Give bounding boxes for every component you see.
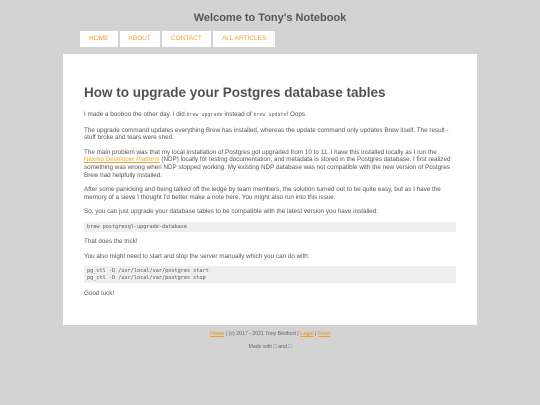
footer: Home | (c) 2017 - 2021 Tony Bedford | Le… [0, 331, 540, 337]
nav-home[interactable]: HOME [80, 31, 118, 47]
article-title: How to upgrade your Postgres database ta… [84, 85, 386, 100]
paragraph-3: The main problem was that my local insta… [84, 149, 456, 179]
footer-copyright: | (c) 2017 - 2021 Tony Bedford | [224, 331, 301, 337]
paragraph-text: The main problem was that my local insta… [84, 148, 437, 156]
paragraph-text: I made a booboo the other day. I did [84, 111, 187, 118]
nexmo-link[interactable]: Nexmo Developer Platform [84, 156, 160, 163]
site-title: Welcome to Tony's Notebook [193, 12, 347, 24]
inline-code: brew upgrade [186, 112, 223, 118]
article-card: How to upgrade your Postgres database ta… [63, 54, 477, 325]
nav-about[interactable]: ABOUT [119, 31, 160, 47]
footer-home-link[interactable]: Home [210, 331, 224, 337]
paragraph-5: So, you can just upgrade your database t… [84, 208, 379, 216]
paragraph-text: instead of [222, 111, 254, 118]
paragraph-7: You also might need to start and stop th… [84, 252, 310, 260]
nav-contact[interactable]: CONTACT [161, 31, 211, 47]
paragraph-4: After some panicking and being talked of… [84, 186, 441, 201]
made-with-text: Made with □ and □ [248, 344, 292, 350]
code-block-2: pg_ctl -D /usr/local/var/postgres start … [84, 266, 456, 283]
paragraph-text: ! Oops. [286, 111, 307, 118]
nav-all-articles[interactable]: ALL ARTICLES [212, 31, 276, 47]
paragraph-1: I made a booboo the other day. I did bre… [84, 111, 456, 120]
inline-code: brew update [253, 112, 287, 118]
footer-legal-link[interactable]: Legal [300, 331, 314, 337]
paragraph-8: Good luck! [84, 289, 115, 297]
paragraph-6: That does the trick! [84, 238, 138, 246]
code-block-1: brew postgresql-upgrade-database [84, 221, 456, 233]
top-nav: HOME ABOUT CONTACT ALL ARTICLES [80, 31, 276, 47]
footer-feed-link[interactable]: Feed [318, 331, 330, 337]
paragraph-2: The upgrade command updates everything B… [84, 126, 449, 142]
